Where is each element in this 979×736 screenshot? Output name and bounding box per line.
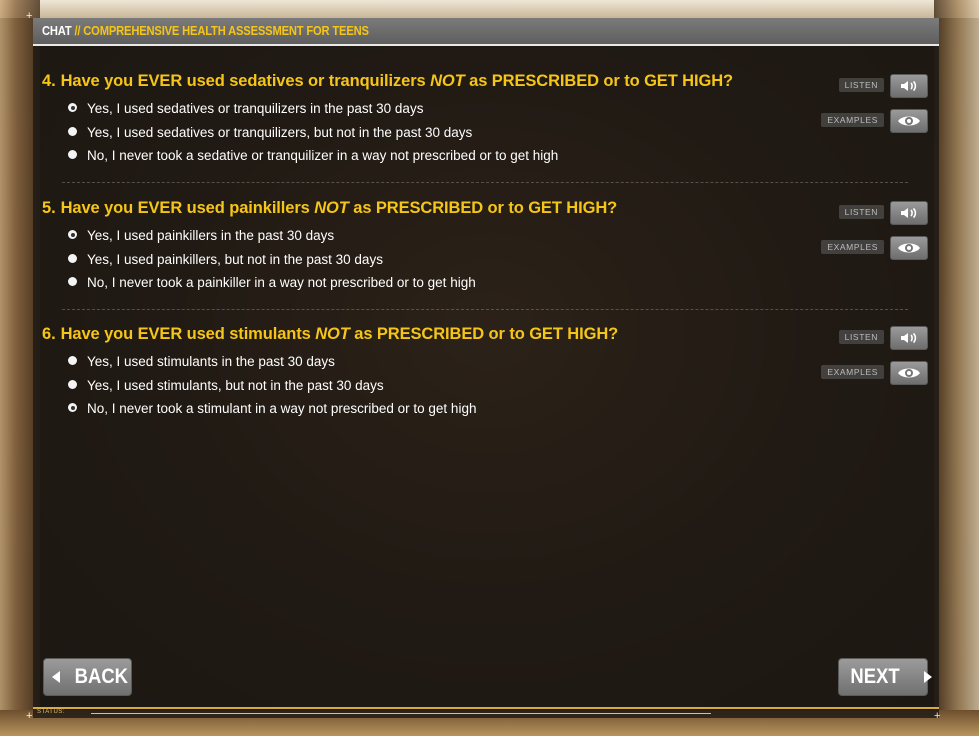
radio-selected[interactable]	[68, 403, 77, 412]
listen-label: LISTEN	[838, 78, 884, 92]
examples-label: EXAMPLES	[821, 240, 884, 254]
question-4-options: Yes, I used sedatives or tranquilizers i…	[42, 97, 922, 168]
question-text-part: Have you EVER used painkillers	[60, 199, 315, 217]
question-number: 4.	[42, 72, 56, 90]
eye-icon[interactable]	[890, 109, 928, 133]
listen-label: LISTEN	[838, 330, 884, 344]
radio-button[interactable]	[68, 356, 77, 365]
option-label: No, I never took a painkiller in a way n…	[87, 275, 476, 290]
option-label: Yes, I used sedatives or tranquilizers, …	[87, 124, 473, 140]
speaker-icon[interactable]	[890, 74, 928, 98]
listen-button-q5[interactable]: LISTEN	[800, 201, 928, 225]
question-4: 4. Have you EVER used sedatives or tranqu…	[42, 72, 922, 168]
radio-button[interactable]	[68, 277, 77, 286]
option-label: Yes, I used sedatives or tranquilizers i…	[87, 101, 424, 116]
question-4-text: 4. Have you EVER used sedatives or tranqu…	[42, 72, 922, 91]
examples-label: EXAMPLES	[821, 113, 884, 127]
back-button[interactable]: BACK	[43, 658, 132, 696]
assessment-title: COMPREHENSIVE HEALTH ASSESSMENT FOR TEEN…	[83, 23, 369, 38]
answer-option[interactable]: Yes, I used stimulants in the past 30 da…	[42, 350, 922, 374]
question-emphasis: NOT	[315, 325, 350, 343]
option-label: No, I never took a sedative or tranquili…	[87, 148, 559, 163]
answer-option[interactable]: Yes, I used sedatives or tranquilizers i…	[42, 97, 922, 121]
question-6: 6. Have you EVER used stimulants NOT as P…	[42, 325, 922, 421]
answer-option[interactable]: No, I never took a stimulant in a way no…	[42, 397, 922, 421]
question-6-options: Yes, I used stimulants in the past 30 da…	[42, 350, 922, 421]
listen-label: LISTEN	[838, 205, 884, 219]
question-5: 5. Have you EVER used painkillers NOT as …	[42, 199, 922, 295]
answer-option[interactable]: Yes, I used painkillers in the past 30 d…	[42, 224, 922, 248]
question-6-text: 6. Have you EVER used stimulants NOT as P…	[42, 325, 922, 344]
question-number: 6.	[42, 325, 56, 343]
question-5-text: 5. Have you EVER used painkillers NOT as …	[42, 199, 922, 218]
examples-button-q4[interactable]: EXAMPLES	[800, 109, 928, 133]
answer-option[interactable]: Yes, I used painkillers, but not in the …	[42, 248, 922, 272]
question-text-part: as PRESCRIBED or to GET HIGH?	[348, 199, 618, 217]
title-bar: CHAT // COMPREHENSIVE HEALTH ASSESSMENT …	[33, 18, 939, 46]
radio-selected[interactable]	[68, 103, 77, 112]
divider	[62, 182, 908, 183]
status-bar: STATUS:	[33, 704, 939, 718]
listen-button-q4[interactable]: LISTEN	[800, 74, 928, 98]
question-emphasis: NOT	[430, 72, 465, 90]
answer-option[interactable]: Yes, I used stimulants, but not in the p…	[42, 374, 922, 398]
option-label: Yes, I used painkillers in the past 30 d…	[87, 228, 335, 243]
radio-button[interactable]	[68, 253, 77, 263]
eye-icon[interactable]	[890, 361, 928, 385]
option-label: Yes, I used stimulants, but not in the p…	[87, 377, 384, 393]
corner-mark-icon: +	[26, 10, 33, 22]
listen-button-q6[interactable]: LISTEN	[800, 326, 928, 350]
question-text-part: Have you EVER used sedatives or tranquil…	[60, 72, 431, 90]
radio-button[interactable]	[68, 126, 77, 136]
divider	[62, 309, 908, 310]
status-label: STATUS:	[37, 709, 65, 715]
question-text-part: as PRESCRIBED or to GET HIGH?	[349, 325, 619, 343]
examples-label: EXAMPLES	[821, 365, 884, 379]
title-separator: //	[71, 23, 84, 38]
option-label: Yes, I used stimulants in the past 30 da…	[87, 354, 335, 369]
page-title: CHAT // COMPREHENSIVE HEALTH ASSESSMENT …	[42, 23, 369, 38]
corner-mark-icon: +	[26, 710, 33, 722]
option-label: No, I never took a stimulant in a way no…	[87, 401, 477, 416]
question-emphasis: NOT	[314, 199, 349, 217]
option-label: Yes, I used painkillers, but not in the …	[87, 251, 383, 267]
speaker-icon[interactable]	[890, 201, 928, 225]
background-top	[0, 0, 979, 18]
answer-option[interactable]: Yes, I used sedatives or tranquilizers, …	[42, 121, 922, 145]
question-5-options: Yes, I used painkillers in the past 30 d…	[42, 224, 922, 295]
question-text-part: as PRESCRIBED or to GET HIGH?	[464, 72, 734, 90]
question-number: 5.	[42, 199, 56, 217]
question-text-part: Have you EVER used stimulants	[60, 325, 316, 343]
answer-option[interactable]: No, I never took a painkiller in a way n…	[42, 271, 922, 295]
next-label: NEXT	[850, 665, 900, 688]
status-line	[33, 707, 939, 709]
back-label: BACK	[74, 665, 129, 688]
background-right	[934, 0, 979, 736]
next-button[interactable]: NEXT	[838, 658, 933, 696]
radio-selected[interactable]	[68, 230, 77, 239]
speaker-icon[interactable]	[890, 326, 928, 350]
answer-option[interactable]: No, I never took a sedative or tranquili…	[42, 144, 922, 168]
radio-button[interactable]	[68, 379, 77, 389]
arrow-left-icon	[52, 671, 60, 683]
status-progress-line	[91, 713, 711, 714]
corner-mark-icon: +	[934, 710, 941, 722]
radio-button[interactable]	[68, 150, 77, 159]
examples-button-q6[interactable]: EXAMPLES	[800, 361, 928, 385]
examples-button-q5[interactable]: EXAMPLES	[800, 236, 928, 260]
arrow-right-icon	[924, 671, 933, 683]
app-name: CHAT	[42, 23, 72, 38]
eye-icon[interactable]	[890, 236, 928, 260]
